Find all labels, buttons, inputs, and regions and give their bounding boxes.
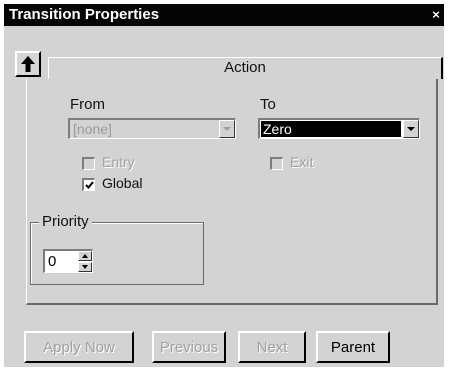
spin-down-icon[interactable] — [78, 262, 92, 272]
window-title: Transition Properties — [9, 6, 160, 23]
from-label: From — [70, 96, 105, 113]
to-value: Zero — [261, 121, 401, 137]
spin-up-icon[interactable] — [78, 251, 92, 261]
global-label: Global — [102, 175, 143, 191]
tab-action[interactable]: Action — [48, 57, 443, 79]
to-dropdown[interactable]: Zero — [258, 118, 420, 139]
previous-button[interactable]: Previous — [152, 331, 226, 363]
priority-spinner[interactable]: 0 — [43, 249, 93, 273]
exit-checkbox[interactable] — [270, 157, 283, 170]
up-arrow-icon — [21, 56, 35, 72]
up-button[interactable] — [15, 51, 41, 77]
global-checkbox[interactable] — [82, 178, 95, 191]
from-value: [none] — [73, 121, 112, 137]
transition-properties-dialog: Transition Properties × Action From [non… — [4, 4, 444, 367]
from-dropdown-arrow-icon[interactable] — [219, 120, 235, 138]
entry-label: Entry — [102, 154, 135, 170]
priority-value: 0 — [48, 253, 57, 270]
apply-now-button[interactable]: Apply Now — [24, 331, 134, 363]
exit-label: Exit — [290, 154, 314, 170]
checkmark-icon — [84, 181, 94, 189]
parent-button[interactable]: Parent — [316, 331, 390, 363]
to-dropdown-arrow-icon[interactable] — [403, 120, 419, 138]
to-label: To — [260, 96, 276, 113]
next-button[interactable]: Next — [238, 331, 306, 363]
priority-label: Priority — [39, 213, 92, 230]
title-bar: Transition Properties × — [4, 4, 444, 26]
entry-checkbox[interactable] — [82, 157, 95, 170]
from-dropdown[interactable]: [none] — [68, 118, 236, 139]
close-icon[interactable]: × — [430, 8, 442, 21]
